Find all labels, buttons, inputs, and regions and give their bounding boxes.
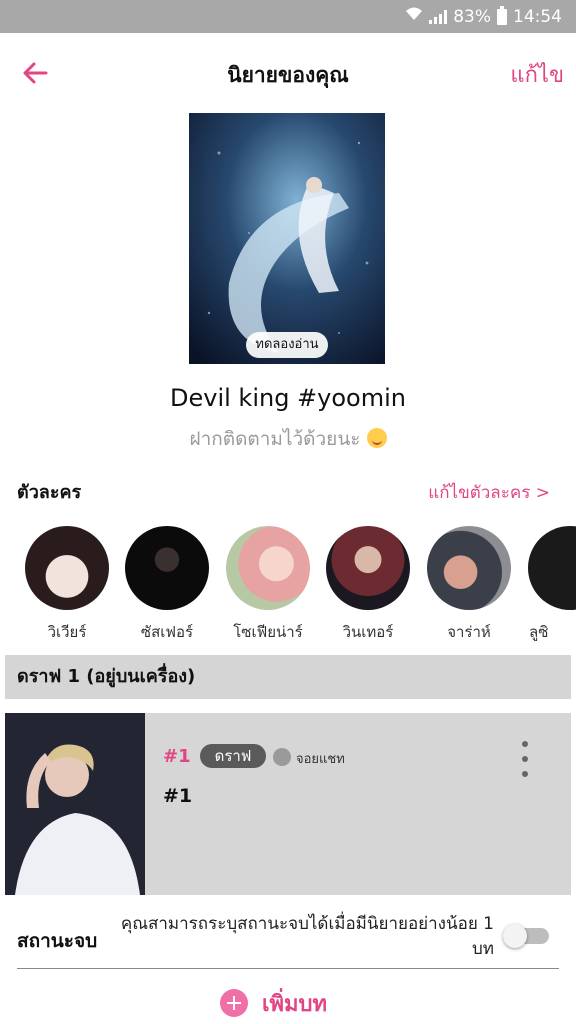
character-name: ซัสเฟอร์: [140, 623, 194, 641]
top-bar: นิยายของคุณ แก้ไข: [0, 33, 576, 113]
end-status-label: สถานะจบ: [17, 930, 98, 952]
page-title: นิยายของคุณ: [227, 63, 349, 87]
characters-heading: ตัวละคร: [17, 482, 82, 503]
character-item[interactable]: ลูซิ: [519, 526, 576, 644]
chapter-type-label: จอยแชท: [296, 752, 345, 767]
edit-characters-link[interactable]: แก้ไขตัวละคร >: [428, 479, 550, 506]
divider: [17, 968, 559, 969]
signal-icon: [429, 9, 448, 24]
draft-badge: ดราฟ: [200, 744, 266, 768]
character-avatar[interactable]: [226, 526, 310, 610]
character-name: ลูซิ: [529, 623, 549, 641]
character-avatar[interactable]: [427, 526, 511, 610]
end-status-description: คุณสามารถระบุสถานะจบได้เมื่อมีนิยายอย่าง…: [120, 914, 494, 959]
character-name: โซเฟียน่าร์: [233, 623, 303, 641]
status-bar: 83% 14:54: [0, 0, 576, 33]
add-chapter-button[interactable]: เพิ่มบท: [220, 986, 327, 1020]
chapter-thumbnail: [5, 713, 145, 895]
character-item[interactable]: โซเฟียน่าร์: [218, 526, 318, 644]
draft-section-header: ดราฟ 1 (อยู่บนเครื่อง): [5, 655, 571, 699]
character-item[interactable]: จาร่าห์: [419, 526, 519, 644]
character-avatar[interactable]: [125, 526, 209, 610]
story-cover-image[interactable]: [189, 113, 385, 364]
chapter-row[interactable]: #1 ดราฟ จอยแชท #1: [5, 713, 571, 895]
character-avatar[interactable]: [25, 526, 109, 610]
character-item[interactable]: ซัสเฟอร์: [117, 526, 217, 644]
plus-icon: [220, 989, 248, 1017]
clock: 14:54: [513, 6, 562, 27]
character-avatar[interactable]: [326, 526, 410, 610]
character-avatar[interactable]: [528, 526, 576, 610]
character-item[interactable]: วิเวียร์: [17, 526, 117, 644]
character-item[interactable]: วินเทอร์: [318, 526, 418, 644]
chapter-title: #1: [163, 785, 193, 807]
story-subtitle-text: ฝากติดตามไว้ด้วยนะ: [189, 428, 361, 450]
more-options-button[interactable]: [515, 739, 535, 779]
story-title: Devil king #yoomin: [170, 384, 406, 412]
end-status-toggle[interactable]: [503, 924, 549, 948]
smile-emoji-icon: [366, 428, 387, 448]
add-chapter-label: เพิ่มบท: [262, 991, 327, 1017]
chat-icon: [273, 748, 291, 766]
trial-read-button[interactable]: ทดลองอ่าน: [246, 332, 328, 358]
wifi-icon: [405, 6, 423, 27]
battery-percent: 83%: [453, 6, 491, 27]
edit-button[interactable]: แก้ไข: [510, 57, 564, 92]
character-name: จาร่าห์: [447, 623, 491, 641]
character-name: วินเทอร์: [342, 623, 394, 641]
battery-icon: [497, 5, 507, 25]
story-subtitle: ฝากติดตามไว้ด้วยนะ: [0, 424, 576, 454]
character-name: วิเวียร์: [47, 623, 87, 641]
chapter-number: #1: [163, 746, 191, 767]
